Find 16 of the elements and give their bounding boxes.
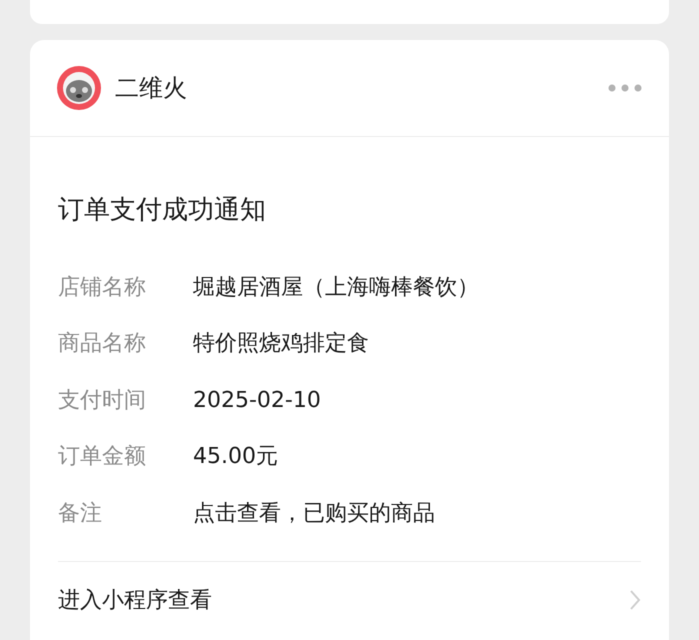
field-label: 商品名称 — [58, 330, 147, 358]
field-value: 点击查看，已购买的商品 — [193, 500, 435, 528]
field-label: 支付时间 — [58, 386, 147, 415]
mini-program-link[interactable]: 进入小程序查看 — [58, 584, 212, 616]
field-label: 备注 — [58, 500, 103, 528]
field-value: 堀越居酒屋（上海嗨棒餐饮） — [193, 274, 479, 302]
more-icon[interactable] — [608, 84, 642, 92]
field-value: 2025-02-10 — [193, 386, 321, 415]
chevron-right-icon[interactable] — [629, 589, 641, 611]
account-name[interactable]: 二维火 — [115, 70, 187, 106]
avatar-icon[interactable] — [57, 66, 101, 110]
field-value: 特价照烧鸡排定食 — [193, 330, 369, 358]
message-title: 订单支付成功通知 — [58, 194, 267, 227]
field-label: 店铺名称 — [58, 274, 147, 302]
field-value: 45.00元 — [193, 443, 278, 472]
field-label: 订单金额 — [58, 443, 147, 472]
